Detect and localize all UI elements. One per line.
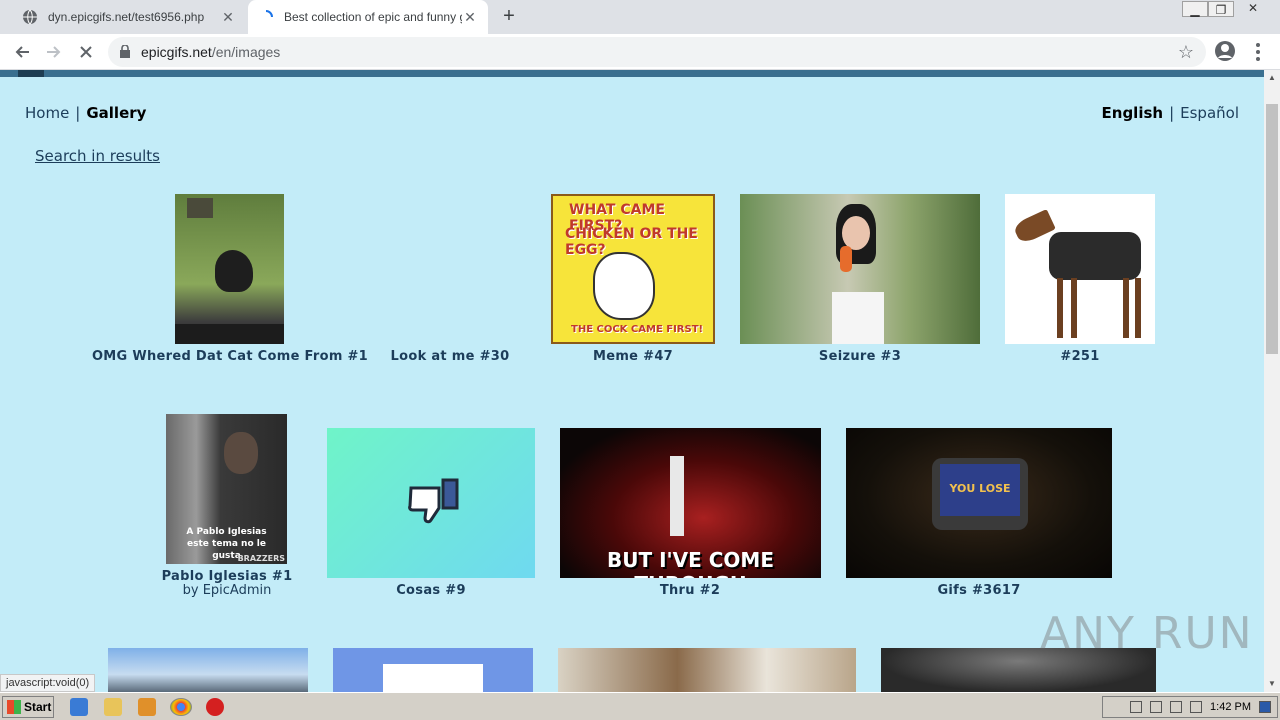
- bookmark-star-icon[interactable]: ☆: [1178, 42, 1194, 63]
- back-icon[interactable]: [10, 40, 34, 64]
- system-tray: 1:42 PM: [1102, 696, 1278, 718]
- tv-screen: YOU LOSE: [940, 464, 1020, 516]
- profile-icon[interactable]: [1214, 40, 1238, 64]
- forward-icon[interactable]: [42, 40, 66, 64]
- vertical-scrollbar[interactable]: ▲ ▼: [1264, 70, 1280, 692]
- tray-arrow-icon[interactable]: [1130, 701, 1143, 713]
- gallery-caption[interactable]: #251: [930, 349, 1230, 364]
- url-text: epicgifs.net/en/images: [141, 44, 280, 60]
- car-door-shape: [175, 324, 284, 344]
- meme-text-bottom: THE COCK CAME FIRST!: [571, 324, 704, 335]
- ie-icon[interactable]: [70, 698, 88, 716]
- lang-spanish-link[interactable]: Español: [1180, 104, 1239, 122]
- gallery-thumb-row3-1[interactable]: [108, 648, 308, 692]
- tab-title: Best collection of epic and funny gifs: [284, 10, 462, 24]
- windows-logo-icon: [7, 700, 21, 714]
- face-shape: [224, 432, 258, 474]
- face-shape: [842, 216, 870, 250]
- tab-title: dyn.epicgifs.net/test6956.php: [48, 10, 205, 24]
- crow-shape: [215, 250, 253, 292]
- site-header-strip: [0, 70, 1264, 77]
- mower-shape: [187, 198, 213, 218]
- popsicle-shape: [840, 246, 852, 272]
- watermark: ANY RUN: [1040, 608, 1254, 659]
- url-path: /en/images: [211, 44, 281, 60]
- close-tab-icon[interactable]: ✕: [220, 9, 236, 26]
- gallery-thumb-horse[interactable]: [1005, 194, 1155, 344]
- gallery-caption[interactable]: Cosas #9: [281, 583, 581, 598]
- gallery-thumb-seizure[interactable]: [740, 194, 980, 344]
- language-switcher: English | Español: [1102, 104, 1239, 122]
- tv-shape: YOU LOSE: [932, 458, 1028, 530]
- stop-sign-icon[interactable]: [206, 698, 224, 716]
- network-icon[interactable]: [1170, 701, 1183, 713]
- horse-blanket-shape: [1049, 232, 1141, 280]
- clock[interactable]: 1:42 PM: [1210, 701, 1251, 713]
- horse-leg: [1071, 278, 1077, 338]
- chrome-icon[interactable]: [170, 698, 192, 716]
- lock-icon: [120, 44, 130, 63]
- top-shape: [832, 292, 884, 344]
- horse-leg: [1123, 278, 1129, 338]
- lang-english-link[interactable]: English: [1102, 104, 1164, 122]
- minimize-icon[interactable]: ▁: [1182, 1, 1208, 17]
- volume-icon[interactable]: [1150, 701, 1163, 713]
- breadcrumb-separator: |: [75, 104, 81, 122]
- gallery-caption[interactable]: Thru #2: [540, 583, 840, 598]
- gallery-link[interactable]: Gallery: [86, 104, 146, 122]
- brand-mark: BRAZZERS: [237, 554, 285, 563]
- gallery-thumb-cat[interactable]: [175, 194, 284, 344]
- loading-spinner-icon: [258, 9, 274, 25]
- new-tab-icon[interactable]: +: [498, 6, 520, 28]
- search-in-results-link[interactable]: Search in results: [35, 147, 160, 165]
- gallery-thumb-row3-2[interactable]: [333, 648, 533, 692]
- card-shape: [383, 664, 483, 692]
- media-player-icon[interactable]: [138, 698, 156, 716]
- scroll-up-icon[interactable]: ▲: [1264, 70, 1280, 86]
- gallery-thumb-meme[interactable]: WHAT CAME FIRST? CHICKEN OR THE EGG? THE…: [551, 194, 715, 344]
- gallery-thumb-pablo[interactable]: A Pablo Iglesias este tema no le gusta B…: [166, 414, 287, 564]
- scroll-down-icon[interactable]: ▼: [1264, 676, 1280, 692]
- gallery-thumb-row3-3[interactable]: [558, 648, 856, 692]
- restore-icon[interactable]: ❐: [1208, 1, 1234, 17]
- breadcrumb: Home | Gallery: [25, 104, 146, 122]
- close-window-icon[interactable]: ✕: [1240, 0, 1266, 18]
- horse-leg: [1135, 278, 1141, 338]
- start-button[interactable]: Start: [2, 696, 54, 718]
- folder-icon[interactable]: [104, 698, 122, 716]
- rage-face-shape: [593, 252, 655, 320]
- show-desktop-icon[interactable]: [1259, 701, 1271, 713]
- lang-separator: |: [1169, 104, 1175, 122]
- start-label: Start: [24, 700, 52, 714]
- gallery-thumb-cosas[interactable]: [327, 428, 535, 578]
- status-bubble: javascript:void(0): [0, 674, 96, 692]
- overlay-text: BUT I'VE COME THROUGH: [606, 548, 774, 578]
- address-bar[interactable]: epicgifs.net/en/images ☆: [108, 37, 1206, 67]
- tv-screen-text: YOU LOSE: [949, 482, 1011, 495]
- gallery-thumb-thru[interactable]: BUT I'VE COME THROUGH: [560, 428, 821, 578]
- tab-test6956[interactable]: dyn.epicgifs.net/test6956.php ✕: [12, 0, 246, 34]
- site-logo[interactable]: [18, 70, 44, 77]
- scrollbar-thumb[interactable]: [1266, 104, 1278, 354]
- flag-icon[interactable]: [1190, 701, 1203, 713]
- home-link[interactable]: Home: [25, 104, 69, 122]
- figure-shape: [670, 456, 684, 536]
- meme-text-top2: CHICKEN OR THE EGG?: [565, 226, 698, 258]
- gallery-thumb-gifs[interactable]: YOU LOSE: [846, 428, 1112, 578]
- stop-loading-icon[interactable]: [74, 40, 98, 64]
- horse-leg: [1057, 278, 1063, 338]
- close-tab-icon[interactable]: ✕: [462, 9, 478, 26]
- tab-epicgifs[interactable]: Best collection of epic and funny gifs ✕: [248, 0, 488, 34]
- windows-taskbar: Start 1:42 PM: [0, 692, 1280, 720]
- menu-kebab-icon[interactable]: [1248, 40, 1268, 64]
- browser-toolbar: epicgifs.net/en/images ☆: [0, 34, 1280, 70]
- globe-icon: [22, 9, 38, 25]
- gallery-caption[interactable]: Gifs #3617: [829, 583, 1129, 598]
- url-host: epicgifs.net: [141, 44, 212, 60]
- page-viewport: Home | Gallery English | Español Search in r…: [0, 70, 1264, 692]
- tab-strip: dyn.epicgifs.net/test6956.php ✕ Best col…: [0, 0, 1280, 34]
- thumbs-down-icon: [407, 478, 463, 532]
